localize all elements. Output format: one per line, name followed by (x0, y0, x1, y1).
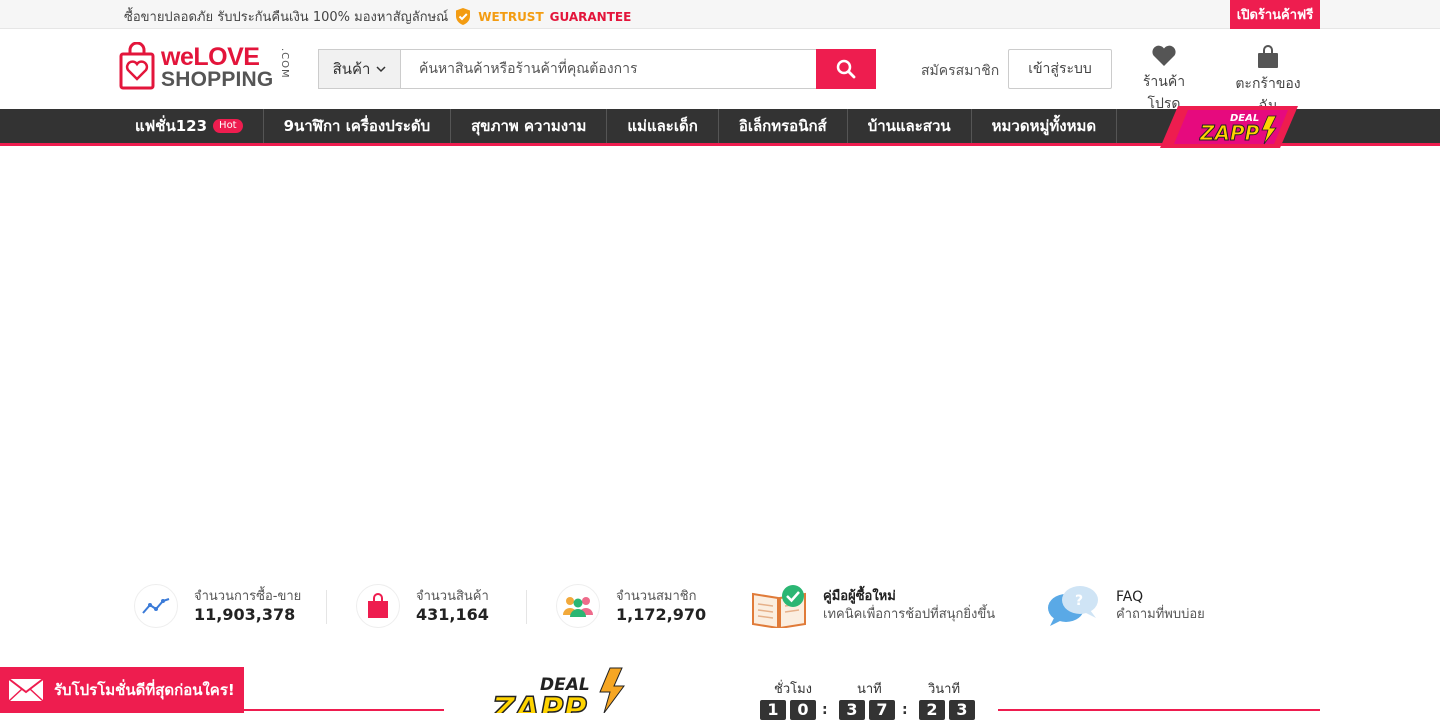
trust-notice: ซื้อขายปลอดภัย รับประกันคืนเงิน 100% มอง… (124, 6, 631, 27)
svg-text:ZAPP: ZAPP (1199, 121, 1260, 145)
header: weLOVE SHOPPING .COM สินค้า สมัครสมาชิก … (0, 29, 1440, 114)
minutes-digit: 3 (839, 700, 865, 720)
stat-value: 431,164 (416, 605, 489, 624)
stat-label: จำนวนการซื้อ-ขาย (194, 589, 302, 604)
faq-title: FAQ (1116, 589, 1144, 605)
trust-text: ซื้อขายปลอดภัย รับประกันคืนเงิน 100% มอง… (124, 10, 449, 25)
guarantee-label: GUARANTEE (549, 9, 632, 24)
promo-label: รับโปรโมชั่นดีที่สุดก่อนใคร! (54, 681, 235, 699)
divider-line-left (244, 709, 444, 711)
search-bar: สินค้า (318, 49, 876, 89)
stat-transactions: จำนวนการซื้อ-ขาย 11,903,378 (134, 584, 301, 628)
shopping-bag-icon (356, 584, 400, 628)
deal-countdown: ชั่วโมง นาที วินาที 1 0 : 3 7 : 2 3 (760, 678, 990, 720)
nav-item-watches[interactable]: 9นาฬิกา เครื่องประดับ (264, 109, 452, 143)
nav-item-all-categories[interactable]: หมวดหมู่ทั้งหมด (972, 109, 1118, 143)
nav-item-home-garden[interactable]: บ้านและสวน (848, 109, 972, 143)
stat-buyer-guide[interactable]: คู่มือผู้ซื้อใหม่ เทคนิคเพื่อการช้อปที่ส… (751, 584, 995, 628)
stat-products: จำนวนสินค้า 431,164 (356, 584, 489, 628)
heart-icon (1152, 45, 1176, 66)
hours-digit: 0 (790, 700, 816, 720)
stats-row: จำนวนการซื้อ-ขาย 11,903,378 จำนวนสินค้า … (134, 584, 1234, 628)
promo-subscribe-tab[interactable]: รับโปรโมชั่นดีที่สุดก่อนใคร! (0, 667, 244, 713)
seconds-digit: 3 (949, 700, 975, 720)
envelope-icon (8, 678, 44, 702)
chart-line-icon (134, 584, 178, 628)
site-logo[interactable]: weLOVE SHOPPING .COM (119, 42, 299, 94)
open-shop-button[interactable]: เปิดร้านค้าฟรี (1230, 0, 1320, 29)
stat-value: 11,903,378 (194, 605, 296, 624)
faq-subtitle: คำถามที่พบบ่อย (1116, 607, 1205, 622)
nav-item-fashion[interactable]: แฟชั่น123 Hot (120, 109, 264, 143)
hot-badge: Hot (213, 119, 243, 133)
svg-text:?: ? (1075, 593, 1083, 609)
stat-label: จำนวนสมาชิก (616, 589, 697, 604)
login-button[interactable]: เข้าสู่ระบบ (1008, 49, 1112, 89)
divider-line-right (998, 709, 1320, 711)
top-bar: ซื้อขายปลอดภัย รับประกันคืนเงิน 100% มอง… (0, 0, 1440, 29)
search-category-select[interactable]: สินค้า (319, 50, 401, 88)
guide-title: คู่มือผู้ซื้อใหม่ (823, 589, 896, 604)
members-icon (556, 584, 600, 628)
svg-text:ZAPP: ZAPP (491, 690, 587, 713)
deal-zapp-logo[interactable]: DEAL ZAPP (488, 664, 638, 713)
shield-check-icon (456, 8, 471, 25)
divider (526, 590, 527, 624)
nav-item-health-beauty[interactable]: สุขภาพ ความงาม (451, 109, 608, 143)
hours-label: ชั่วโมง (774, 682, 813, 697)
hours-digit: 1 (760, 700, 786, 720)
stat-value: 1,172,970 (616, 605, 707, 624)
deal-zapp-nav-logo[interactable]: DEAL ZAPP (1160, 104, 1298, 148)
guide-subtitle: เทคนิคเพื่อการช้อปที่สนุกยิ่งขึ้น (823, 607, 996, 622)
colon: : (822, 702, 828, 718)
seconds-label: วินาที (928, 682, 961, 697)
stat-label: จำนวนสินค้า (416, 589, 489, 604)
minutes-digit: 7 (869, 700, 895, 720)
nav-item-mom-baby[interactable]: แม่และเด็ก (607, 109, 719, 143)
divider (326, 590, 327, 624)
stat-members: จำนวนสมาชิก 1,172,970 (556, 584, 706, 628)
nav-label: แฟชั่น123 (135, 117, 208, 135)
search-category-label: สินค้า (332, 60, 371, 78)
chevron-down-icon (376, 65, 386, 72)
search-input[interactable] (401, 50, 816, 88)
search-icon (836, 59, 856, 79)
logo-text-bottom: SHOPPING (161, 68, 274, 91)
minutes-label: นาที (857, 682, 882, 697)
faq-bubble-icon: ? (1048, 586, 1098, 626)
guide-book-icon (752, 585, 806, 628)
stat-faq[interactable]: ? FAQ คำถามที่พบบ่อย (1046, 584, 1205, 628)
search-button[interactable] (816, 49, 876, 89)
logo-bag-icon (119, 42, 155, 90)
logo-com: .COM (279, 48, 290, 79)
seconds-digit: 2 (919, 700, 945, 720)
register-link[interactable]: สมัครสมาชิก (921, 60, 999, 82)
colon: : (902, 702, 908, 718)
nav-item-electronics[interactable]: อิเล็กทรอนิกส์ (719, 109, 848, 143)
wetrust-label: WETRUST (478, 9, 544, 24)
shopping-bag-icon (1258, 45, 1278, 68)
